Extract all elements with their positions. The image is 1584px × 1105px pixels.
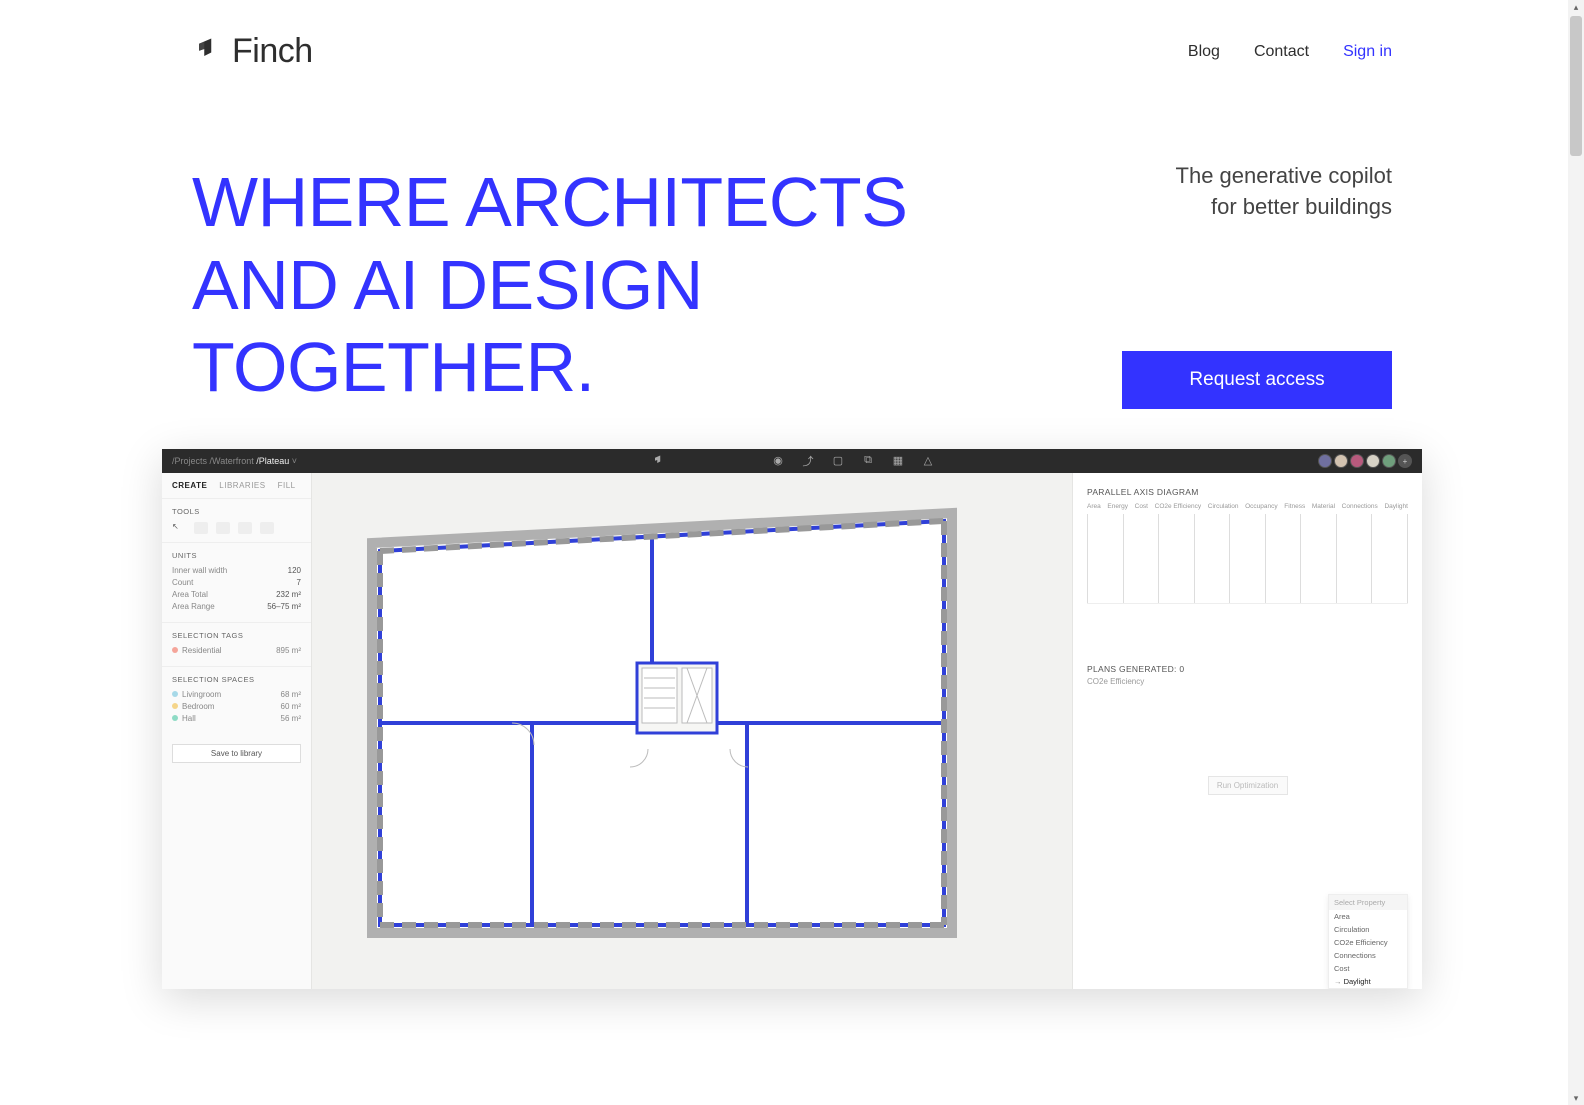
parallel-axis-chart[interactable] [1087, 514, 1408, 604]
site-header: Finch Blog Contact Sign in [142, 0, 1442, 71]
floorplan-canvas[interactable] [312, 473, 1072, 989]
hero-tagline: The generative copilot for better buildi… [1176, 161, 1392, 223]
selection-spaces-section: SELECTION SPACES Livingroom68 m² Bedroom… [162, 666, 311, 734]
scroll-up-icon[interactable]: ▴ [1571, 2, 1581, 12]
copy-icon[interactable]: ⧉ [862, 455, 874, 467]
dot-icon [172, 715, 178, 721]
scroll-thumb[interactable] [1570, 16, 1582, 156]
selection-tags-title: SELECTION TAGS [172, 631, 301, 640]
right-panel: PARALLEL AXIS DIAGRAM Area Energy Cost C… [1072, 473, 1422, 989]
cursor-tool-icon[interactable]: ↖ [172, 522, 186, 534]
tag-residential[interactable]: Residential 895 m² [172, 646, 301, 655]
avatar [1334, 454, 1348, 468]
room-tool-icon[interactable] [260, 522, 274, 534]
finch-logo-icon [192, 35, 220, 68]
property-option[interactable]: Cost [1329, 962, 1407, 975]
hero-headline: WHERE ARCHITECTS AND AI DESIGN TOGETHER. [192, 161, 1052, 409]
app-screenshot: /Projects /Waterfront /Plateau ˅ ◉ ⤴ ▢ ⧉… [162, 449, 1422, 989]
units-section: UNITS Inner wall width120 Count7 Area To… [162, 542, 311, 622]
nav-signin[interactable]: Sign in [1343, 43, 1392, 61]
property-option[interactable]: CO2e Efficiency [1329, 936, 1407, 949]
breadcrumbs[interactable]: /Projects /Waterfront /Plateau ˅ [172, 456, 297, 466]
topbar-tools: ◉ ⤴ ▢ ⧉ ▦ △ [772, 455, 934, 467]
hero-section: WHERE ARCHITECTS AND AI DESIGN TOGETHER.… [142, 71, 1442, 449]
pin-icon[interactable]: ◉ [772, 455, 784, 467]
avatar [1318, 454, 1332, 468]
wall-tool-icon[interactable] [194, 522, 208, 534]
avatar [1382, 454, 1396, 468]
floorplan-drawing [352, 503, 972, 943]
dot-icon [172, 647, 178, 653]
dot-icon [172, 703, 178, 709]
app-topbar: /Projects /Waterfront /Plateau ˅ ◉ ⤴ ▢ ⧉… [162, 449, 1422, 473]
selection-spaces-title: SELECTION SPACES [172, 675, 301, 684]
scroll-down-icon[interactable]: ▾ [1571, 1093, 1581, 1103]
left-panel: CREATE LIBRARIES FILL TOOLS ↖ [162, 473, 312, 989]
tools-title: TOOLS [172, 507, 301, 516]
share-icon[interactable]: ⤴ [802, 455, 814, 467]
plans-generated-title: PLANS GENERATED: 0 [1087, 664, 1408, 674]
collaborator-avatars[interactable]: + [1318, 454, 1412, 468]
selection-tags-section: SELECTION TAGS Residential 895 m² [162, 622, 311, 666]
avatar [1366, 454, 1380, 468]
space-livingroom[interactable]: Livingroom68 m² [172, 690, 301, 699]
property-select-popup[interactable]: Select Property Area Circulation CO2e Ef… [1328, 894, 1408, 989]
avatar [1350, 454, 1364, 468]
property-option[interactable]: Connections [1329, 949, 1407, 962]
nav-contact[interactable]: Contact [1254, 43, 1309, 61]
tab-create[interactable]: CREATE [172, 481, 207, 490]
top-nav: Blog Contact Sign in [1188, 43, 1392, 61]
property-option[interactable]: Area [1329, 910, 1407, 923]
save-to-library-button[interactable]: Save to library [172, 744, 301, 763]
tab-libraries[interactable]: LIBRARIES [219, 481, 265, 490]
units-title: UNITS [172, 551, 301, 560]
dot-icon [172, 691, 178, 697]
warning-icon[interactable]: △ [922, 455, 934, 467]
brand-logo[interactable]: Finch [192, 32, 313, 71]
page-scrollbar[interactable]: ▴ ▾ [1568, 0, 1584, 1105]
brand-name: Finch [232, 32, 313, 71]
space-bedroom[interactable]: Bedroom60 m² [172, 702, 301, 711]
nav-blog[interactable]: Blog [1188, 43, 1220, 61]
grid-icon[interactable]: ▦ [892, 455, 904, 467]
left-tabs: CREATE LIBRARIES FILL [162, 473, 311, 498]
tools-section: TOOLS ↖ [162, 498, 311, 542]
line-tool-icon[interactable] [216, 522, 230, 534]
space-hall[interactable]: Hall56 m² [172, 714, 301, 723]
property-option-selected[interactable]: Daylight [1329, 975, 1407, 988]
plans-subtitle: CO2e Efficiency [1087, 677, 1408, 686]
run-optimization-button[interactable]: Run Optimization [1208, 776, 1288, 795]
request-access-button[interactable]: Request access [1122, 351, 1392, 409]
property-option[interactable]: Circulation [1329, 923, 1407, 936]
shape-tool-icon[interactable] [238, 522, 252, 534]
axis-labels: Area Energy Cost CO2e Efficiency Circula… [1087, 503, 1408, 510]
parallel-axis-title: PARALLEL AXIS DIAGRAM [1087, 487, 1408, 497]
screen-icon[interactable]: ▢ [832, 455, 844, 467]
property-placeholder: Select Property [1329, 895, 1407, 910]
tab-fill[interactable]: FILL [278, 481, 296, 490]
add-collaborator-icon[interactable]: + [1398, 454, 1412, 468]
app-logo-icon [652, 454, 664, 468]
